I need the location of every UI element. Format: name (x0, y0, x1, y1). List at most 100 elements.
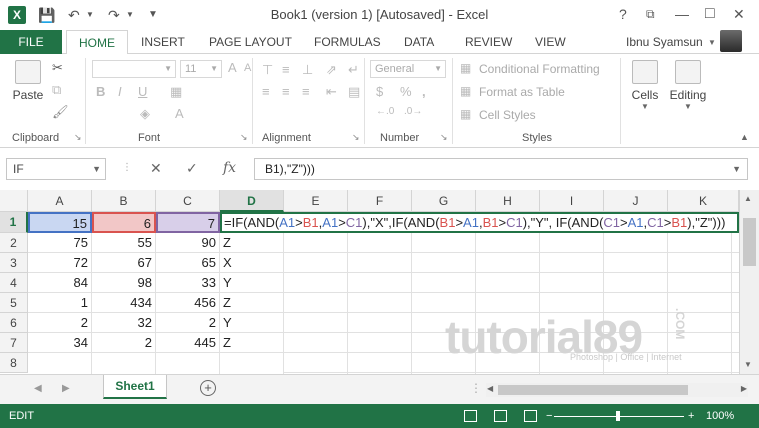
scroll-up-icon[interactable]: ▲ (744, 194, 752, 203)
font-color-icon[interactable]: A (175, 106, 184, 121)
cell-a2[interactable]: 75 (28, 233, 92, 253)
percent-icon[interactable]: % (400, 84, 412, 99)
enter-icon[interactable]: ✓ (186, 160, 198, 177)
cell-d4[interactable]: Y (220, 273, 284, 293)
cancel-icon[interactable]: ✕ (150, 160, 162, 177)
zoom-out-icon[interactable]: − (546, 404, 552, 428)
cell-b2[interactable]: 55 (92, 233, 156, 253)
column-header[interactable]: H (476, 190, 540, 212)
currency-icon[interactable]: $ (376, 84, 383, 99)
add-sheet-icon[interactable]: + (200, 380, 216, 396)
vertical-scrollbar[interactable]: ▲ ▼ (739, 190, 759, 374)
font-size-combo[interactable]: 11 ▼ (180, 60, 222, 78)
tab-view[interactable]: VIEW (535, 30, 566, 54)
column-header[interactable]: C (156, 190, 220, 212)
cells-button[interactable]: Cells ▼ (628, 60, 662, 111)
column-header[interactable]: A (28, 190, 92, 212)
horizontal-scroll-thumb[interactable] (498, 385, 688, 395)
tab-insert[interactable]: INSERT (141, 30, 185, 54)
page-layout-view-icon[interactable] (494, 410, 507, 422)
editing-button[interactable]: Editing ▼ (668, 60, 708, 111)
align-right-icon[interactable]: ≡ (302, 84, 310, 99)
next-sheet-icon[interactable]: ▶ (62, 383, 70, 394)
formula-input[interactable]: B1),"Z"))) ▼ (254, 158, 748, 180)
cell-b4[interactable]: 98 (92, 273, 156, 293)
align-left-icon[interactable]: ≡ (262, 84, 270, 99)
cell-d3[interactable]: X (220, 253, 284, 273)
cell-d5[interactable]: Z (220, 293, 284, 313)
user-name[interactable]: Ibnu Syamsun (626, 35, 703, 49)
column-header[interactable]: J (604, 190, 668, 212)
cell-b7[interactable]: 2 (92, 333, 156, 353)
cell-b1[interactable]: 6 (92, 212, 156, 233)
cell-styles-button[interactable]: Cell Styles (479, 108, 536, 122)
font-name-combo[interactable]: ▼ (92, 60, 176, 78)
italic-button[interactable]: I (118, 84, 122, 99)
align-bottom-icon[interactable]: ⊥ (302, 62, 313, 78)
cell-d6[interactable]: Y (220, 313, 284, 333)
tab-file[interactable]: FILE (0, 30, 62, 54)
copy-icon[interactable]: ⧉ (52, 82, 61, 98)
column-header[interactable]: F (348, 190, 412, 212)
font-launcher-icon[interactable]: ↘ (240, 132, 248, 143)
row-header[interactable]: 2 (0, 233, 28, 253)
avatar[interactable] (720, 30, 742, 52)
cell-a7[interactable]: 34 (28, 333, 92, 353)
font-shrink-icon[interactable]: A (244, 62, 251, 74)
zoom-slider-thumb[interactable] (616, 411, 620, 421)
merge-center-icon[interactable]: ▤ (348, 84, 360, 100)
vertical-scroll-thumb[interactable] (743, 218, 756, 266)
cell-d7[interactable]: Z (220, 333, 284, 353)
cell-c5[interactable]: 456 (156, 293, 220, 313)
row-header[interactable]: 7 (0, 333, 28, 353)
cell-c4[interactable]: 33 (156, 273, 220, 293)
cell-d2[interactable]: Z (220, 233, 284, 253)
sheet-tab-sheet1[interactable]: Sheet1 (103, 375, 167, 399)
alignment-launcher-icon[interactable]: ↘ (352, 132, 360, 143)
insert-function-icon[interactable]: fx (223, 160, 236, 176)
minimize-button[interactable]: — (675, 4, 689, 24)
cell-b3[interactable]: 67 (92, 253, 156, 273)
tab-page-layout[interactable]: PAGE LAYOUT (209, 30, 292, 54)
name-box[interactable]: IF ▼ (6, 158, 106, 180)
cell-b6[interactable]: 32 (92, 313, 156, 333)
underline-button[interactable]: U (138, 84, 147, 99)
cell-c6[interactable]: 2 (156, 313, 220, 333)
column-header[interactable]: K (668, 190, 739, 212)
resize-handle-icon[interactable]: ⋮ (122, 162, 132, 173)
horizontal-scrollbar[interactable]: ◀ ▶ (486, 383, 748, 397)
increase-decimal-icon[interactable]: ←.0 (376, 106, 394, 117)
cell-b5[interactable]: 434 (92, 293, 156, 313)
comma-style-icon[interactable]: , (422, 84, 426, 99)
row-header-selected[interactable]: 1 (0, 212, 28, 233)
align-center-icon[interactable]: ≡ (282, 84, 290, 99)
close-button[interactable]: ✕ (733, 4, 745, 24)
cell-a5[interactable]: 1 (28, 293, 92, 313)
borders-icon[interactable]: ▦ (170, 84, 182, 100)
align-middle-icon[interactable]: ≡ (282, 62, 290, 77)
clipboard-launcher-icon[interactable]: ↘ (74, 132, 82, 143)
page-break-view-icon[interactable] (524, 410, 537, 422)
row-header[interactable]: 8 (0, 353, 28, 373)
column-header[interactable]: B (92, 190, 156, 212)
cell-c3[interactable]: 65 (156, 253, 220, 273)
tab-split-handle-icon[interactable]: ⋮ (470, 381, 482, 395)
column-header[interactable]: E (284, 190, 348, 212)
column-header[interactable]: G (412, 190, 476, 212)
tab-data[interactable]: DATA (404, 30, 434, 54)
select-all-corner[interactable] (0, 190, 28, 212)
cell-a6[interactable]: 2 (28, 313, 92, 333)
row-header[interactable]: 5 (0, 293, 28, 313)
row-header[interactable]: 4 (0, 273, 28, 293)
user-dropdown-icon[interactable]: ▼ (708, 38, 716, 47)
ribbon-display-options-button[interactable]: ⧉ (646, 4, 655, 24)
collapse-ribbon-icon[interactable]: ▲ (740, 132, 749, 142)
tab-review[interactable]: REVIEW (465, 30, 512, 54)
format-as-table-button[interactable]: Format as Table (479, 85, 565, 99)
cell-a1[interactable]: 15 (28, 212, 92, 233)
fill-color-icon[interactable]: ◈ (140, 106, 150, 122)
bold-button[interactable]: B (96, 84, 105, 99)
scroll-left-icon[interactable]: ◀ (487, 384, 493, 393)
zoom-in-icon[interactable]: + (688, 404, 694, 428)
column-header[interactable]: I (540, 190, 604, 212)
